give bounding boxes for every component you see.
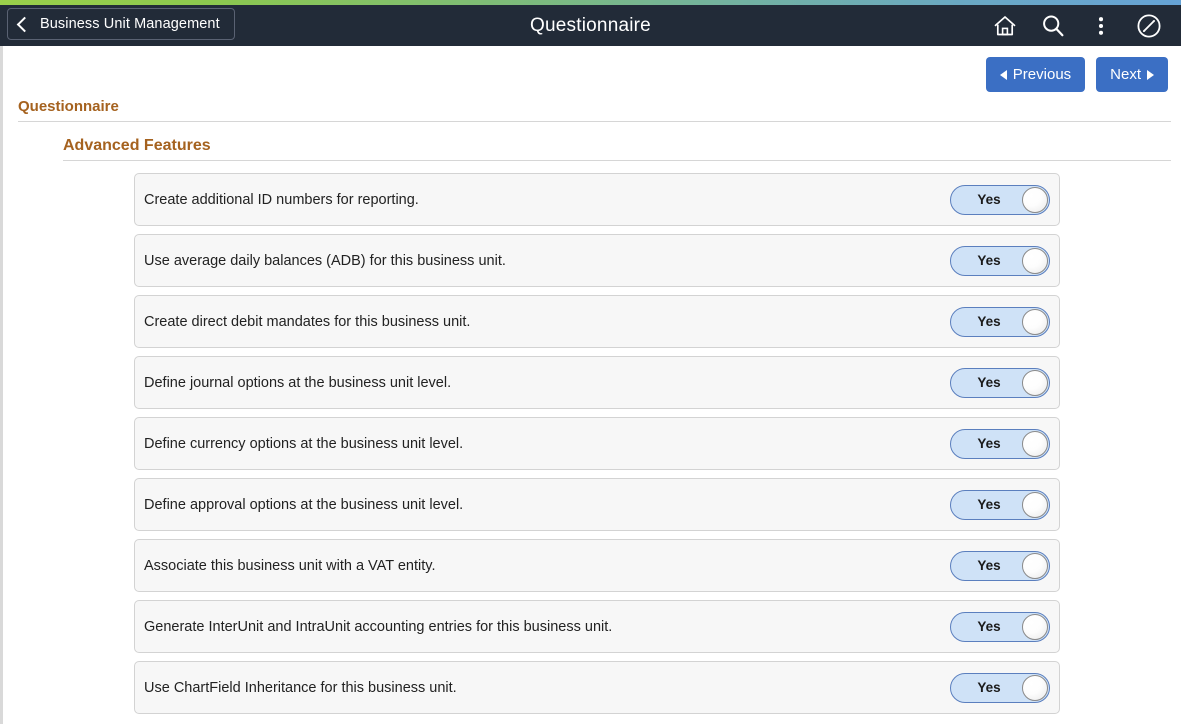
question-text: Define approval options at the business … [135,497,1059,513]
answer-toggle[interactable]: Yes [950,551,1050,581]
question-text: Create additional ID numbers for reporti… [135,192,1059,208]
application-window: Business Unit Management Questionnaire [0,0,1181,724]
answer-toggle[interactable]: Yes [950,429,1050,459]
question-text: Generate InterUnit and IntraUnit account… [135,619,1059,635]
answer-toggle-knob[interactable] [1022,309,1048,335]
previous-button[interactable]: Previous [986,57,1085,92]
section-title: Advanced Features [63,137,211,155]
question-row: Generate InterUnit and IntraUnit account… [134,600,1060,653]
group-title: Questionnaire [18,98,119,115]
questionnaire-list: Create additional ID numbers for reporti… [134,173,1060,722]
triangle-left-icon [1000,70,1007,80]
question-row: Define currency options at the business … [134,417,1060,470]
question-text: Define currency options at the business … [135,436,1059,452]
question-row: Define journal options at the business u… [134,356,1060,409]
answer-toggle-knob[interactable] [1022,492,1048,518]
section-title-divider [63,160,1171,161]
answer-toggle-knob[interactable] [1022,370,1048,396]
back-button-label: Business Unit Management [40,16,220,32]
answer-toggle[interactable]: Yes [950,490,1050,520]
answer-toggle[interactable]: Yes [950,246,1050,276]
answer-toggle-knob[interactable] [1022,431,1048,457]
answer-toggle[interactable]: Yes [950,673,1050,703]
answer-toggle[interactable]: Yes [950,307,1050,337]
next-button-label: Next [1110,66,1141,83]
question-text: Use ChartField Inheritance for this busi… [135,680,1059,696]
triangle-right-icon [1147,70,1154,80]
back-to-business-unit-management-button[interactable]: Business Unit Management [7,8,235,40]
question-row: Define approval options at the business … [134,478,1060,531]
question-row: Use average daily balances (ADB) for thi… [134,234,1060,287]
question-row: Associate this business unit with a VAT … [134,539,1060,592]
answer-toggle-knob[interactable] [1022,675,1048,701]
navbar-compass-icon[interactable] [1125,5,1173,46]
answer-toggle[interactable]: Yes [950,612,1050,642]
answer-toggle-knob[interactable] [1022,248,1048,274]
next-button[interactable]: Next [1096,57,1168,92]
question-text: Create direct debit mandates for this bu… [135,314,1059,330]
previous-button-label: Previous [1013,66,1071,83]
group-title-divider [18,121,1171,122]
actions-kebab-icon[interactable] [1077,5,1125,46]
question-text: Define journal options at the business u… [135,375,1059,391]
question-text: Associate this business unit with a VAT … [135,558,1059,574]
answer-toggle[interactable]: Yes [950,185,1050,215]
wizard-navigation-toolbar: Previous Next [986,57,1168,92]
question-row: Use ChartField Inheritance for this busi… [134,661,1060,714]
answer-toggle-knob[interactable] [1022,553,1048,579]
question-text: Use average daily balances (ADB) for thi… [135,253,1059,269]
answer-toggle-knob[interactable] [1022,614,1048,640]
answer-toggle-knob[interactable] [1022,187,1048,213]
question-row: Create direct debit mandates for this bu… [134,295,1060,348]
global-header: Business Unit Management Questionnaire [0,5,1181,46]
chevron-left-icon [17,16,33,32]
page-content: Previous Next Questionnaire Advanced Fea… [0,46,1181,724]
question-row: Create additional ID numbers for reporti… [134,173,1060,226]
header-icon-group [981,5,1173,46]
answer-toggle[interactable]: Yes [950,368,1050,398]
search-icon[interactable] [1029,5,1077,46]
home-icon[interactable] [981,5,1029,46]
